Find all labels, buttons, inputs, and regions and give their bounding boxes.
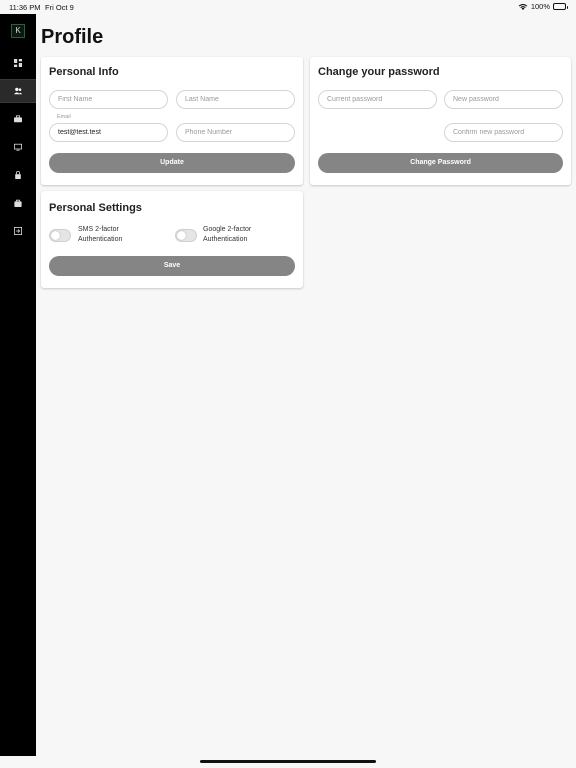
battery-percent: 100%: [530, 2, 550, 11]
sidebar-item-lock[interactable]: [0, 163, 36, 187]
current-password-field[interactable]: [318, 90, 437, 109]
email-label: Email: [56, 114, 72, 120]
status-date: Fri Oct 9: [45, 3, 74, 12]
sidebar-item-monitor[interactable]: [0, 135, 36, 159]
users-icon: [14, 87, 22, 95]
bag-icon: [14, 199, 22, 207]
sms-2fa-label: SMS 2-factor Authentication: [78, 226, 123, 243]
change-password-button[interactable]: Change Password: [318, 153, 563, 173]
page-title: Profile: [41, 26, 104, 48]
sidebar-item-dashboard[interactable]: [0, 51, 36, 75]
home-indicator: [200, 760, 376, 763]
email-field[interactable]: [49, 123, 168, 142]
ipad-screen: 11:36 PM Fri Oct 9 100% K Profile Person…: [0, 0, 576, 768]
last-name-field[interactable]: [176, 90, 295, 109]
personal-info-card: Personal Info Email Update: [41, 57, 303, 185]
change-password-title: Change your password: [318, 66, 440, 78]
update-button[interactable]: Update: [49, 153, 295, 173]
sidebar-item-users[interactable]: [0, 79, 36, 103]
google-2fa-label: Google 2-factor Authentication: [203, 226, 252, 243]
status-bar: 11:36 PM Fri Oct 9 100%: [0, 0, 576, 14]
sms-2fa-toggle[interactable]: [49, 229, 71, 242]
first-name-field[interactable]: [49, 90, 168, 109]
logout-icon: [14, 227, 22, 235]
wifi-icon: [518, 3, 528, 10]
monitor-icon: [14, 143, 22, 151]
new-password-field[interactable]: [444, 90, 563, 109]
lock-icon: [15, 171, 21, 179]
dashboard-icon: [14, 59, 22, 67]
status-time: 11:36 PM: [9, 3, 41, 12]
battery-icon: [553, 3, 568, 10]
personal-info-title: Personal Info: [49, 66, 119, 78]
sidebar-item-logout[interactable]: [0, 219, 36, 243]
status-right: 100%: [518, 2, 568, 11]
toggle-knob: [177, 231, 186, 240]
personal-settings-title: Personal Settings: [49, 202, 142, 214]
toggle-knob: [51, 231, 60, 240]
change-password-card: Change your password Change Password: [310, 57, 571, 185]
google-2fa-toggle[interactable]: [175, 229, 197, 242]
sidebar: K: [0, 14, 36, 756]
save-button[interactable]: Save: [49, 256, 295, 276]
sidebar-item-briefcase[interactable]: [0, 107, 36, 131]
app-logo[interactable]: K: [11, 24, 25, 38]
briefcase-icon: [14, 115, 22, 123]
confirm-password-field[interactable]: [444, 123, 563, 142]
personal-settings-card: Personal Settings SMS 2-factor Authentic…: [41, 191, 303, 288]
phone-field[interactable]: [176, 123, 295, 142]
sidebar-item-bag[interactable]: [0, 191, 36, 215]
